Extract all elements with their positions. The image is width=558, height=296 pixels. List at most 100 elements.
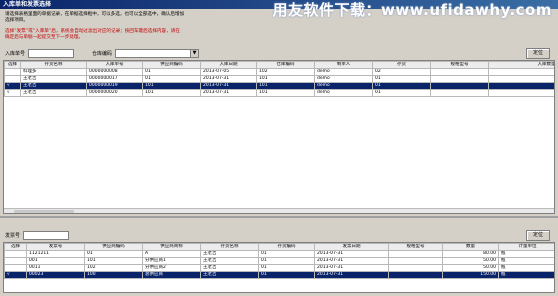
- warehouse-code-select[interactable]: ▼: [115, 48, 200, 58]
- row-select-cell[interactable]: [4, 250, 27, 258]
- table-cell: 分供应商2: [142, 264, 201, 272]
- table-cell: 2013-07-31: [200, 82, 257, 90]
- table-cell: 2013-07-31: [314, 250, 389, 258]
- table-row[interactable]: 王老吉0000000017012013-07-31101demo0150.00: [4, 75, 554, 83]
- table-cell: 50.00: [442, 257, 499, 265]
- column-header[interactable]: 规格型号: [430, 61, 489, 69]
- table-row[interactable]: 0011 102 分供应商2 王老吉 01 2013-07-31 50.00 瓶: [4, 264, 554, 272]
- row-select-cell[interactable]: [4, 75, 21, 83]
- table-cell: demo: [314, 82, 373, 90]
- table-cell: 101: [142, 82, 201, 90]
- invoice-number-input[interactable]: [23, 230, 70, 240]
- table-row[interactable]: √王老吉00000000191012013-07-31101demo0150.0…: [4, 82, 554, 90]
- table-cell: 01: [372, 89, 431, 97]
- table-cell: demo: [314, 89, 373, 97]
- column-header[interactable]: 入库数量: [488, 61, 554, 69]
- table-cell: 00023: [26, 271, 85, 279]
- row-select-cell[interactable]: √: [4, 89, 21, 97]
- table-row[interactable]: √王老吉00000000201012013-07-31101demo0150.0…: [4, 89, 554, 97]
- table-cell: 1121211: [26, 250, 85, 258]
- table-cell: 150.00: [442, 271, 499, 279]
- table-cell: A: [142, 250, 201, 258]
- column-header[interactable]: 仓库编码: [256, 61, 315, 69]
- column-header[interactable]: 发票日期: [314, 243, 389, 251]
- table-cell: 料理多: [20, 68, 87, 76]
- table-cell: 01: [142, 75, 201, 83]
- column-header[interactable]: 供应商编码: [84, 243, 143, 251]
- table-cell: 2013-07-31: [200, 75, 257, 83]
- table-cell: 01: [372, 82, 431, 90]
- table-cell: 101: [142, 89, 201, 97]
- receipt-filter: 入库单号: [5, 48, 75, 58]
- table-cell: 2013-07-05: [200, 68, 257, 76]
- column-header[interactable]: 发票号: [26, 243, 85, 251]
- receipt-grid: 选择 存货名称 入库单号 供应商编码 入库日期 仓库编码 制单人 存货 规格型号 入库数量 料理多…: [3, 60, 555, 214]
- invoice-table: 选择 发票号 供应商编码 供应商简称 存货名称 存货编码 发票日期 规格型号 数量 计量单位 11…: [4, 243, 554, 279]
- column-header[interactable]: 存货名称: [200, 243, 259, 251]
- column-header[interactable]: 供应商编码: [142, 61, 201, 69]
- column-header[interactable]: 入库单号: [86, 61, 143, 69]
- table-cell: 101: [84, 257, 143, 265]
- table-cell: 101: [256, 89, 315, 97]
- row-select-cell[interactable]: [4, 264, 27, 272]
- column-header[interactable]: 选择: [4, 61, 21, 69]
- receipt-number-input[interactable]: [28, 48, 75, 58]
- table-row[interactable]: 001 101 分供应商1 王老吉 01 2013-07-31 50.00 瓶: [4, 257, 554, 265]
- table-cell: 001: [26, 257, 85, 265]
- invoice-table-header: 选择 发票号 供应商编码 供应商简称 存货名称 存货编码 发票日期 规格型号 数量 计量单位: [4, 243, 554, 251]
- invoice-number-label: 发票号: [5, 232, 21, 239]
- receipt-number-label: 入库单号: [5, 50, 26, 57]
- table-cell: 50.00: [488, 75, 554, 83]
- table-cell: 0000000017: [86, 75, 143, 83]
- table-cell: [388, 250, 443, 258]
- window-title: 入库单和发票选择: [3, 1, 52, 8]
- table-cell: 0000000019: [86, 82, 143, 90]
- site-watermark: 用友软件下载：www.ufidawhy.com: [272, 1, 552, 19]
- column-header[interactable]: 制单人: [314, 61, 373, 69]
- table-cell: 01: [142, 68, 201, 76]
- column-header[interactable]: 存货编码: [258, 243, 315, 251]
- column-header[interactable]: 存货: [372, 61, 431, 69]
- column-header[interactable]: 计量单位: [498, 243, 554, 251]
- bottom-locate-button[interactable]: 定位: [526, 230, 550, 241]
- table-cell: 2013-07-31: [314, 264, 389, 272]
- column-header[interactable]: 数量: [442, 243, 499, 251]
- scrollbar-thumb[interactable]: [14, 210, 74, 213]
- chevron-down-icon[interactable]: ▼: [190, 49, 199, 57]
- table-cell: 总供应商: [142, 271, 201, 279]
- table-cell: 0000000020: [86, 89, 143, 97]
- table-cell: 50.00: [488, 82, 554, 90]
- table-cell: 王老吉: [200, 257, 259, 265]
- table-cell: 50.00: [442, 264, 499, 272]
- row-select-cell[interactable]: [4, 257, 27, 265]
- table-cell: 王老吉: [200, 271, 259, 279]
- row-select-cell[interactable]: √: [4, 271, 27, 279]
- table-cell: 2013-07-31: [314, 257, 389, 265]
- table-cell: 01: [258, 271, 315, 279]
- invoice-filter: 发票号: [5, 230, 70, 240]
- column-header[interactable]: 规格型号: [388, 243, 443, 251]
- table-cell: 瓶: [498, 271, 554, 279]
- table-cell: [388, 264, 443, 272]
- splitter[interactable]: [0, 216, 558, 218]
- instructions: 请选择表格里面的单据记录，在单据选择框中，可以多选，也可以全部选中，确认后增加 …: [5, 12, 255, 41]
- table-row[interactable]: √ 00023 100 总供应商 王老吉 01 2013-07-31 150.00 瓶: [4, 271, 554, 279]
- table-cell: [388, 271, 443, 279]
- table-cell: [430, 68, 489, 76]
- column-header[interactable]: 选择: [4, 243, 27, 251]
- row-select-cell[interactable]: [4, 68, 21, 76]
- table-row[interactable]: 料理多0000000008012013-07-05102demo02 1,000.…: [4, 68, 554, 76]
- receipt-grid-scrollbar[interactable]: [4, 208, 554, 213]
- table-cell: 01: [258, 250, 315, 258]
- column-header[interactable]: 供应商简称: [142, 243, 201, 251]
- column-header[interactable]: 入库日期: [200, 61, 257, 69]
- column-header[interactable]: 存货名称: [20, 61, 87, 69]
- table-cell: 01: [258, 257, 315, 265]
- row-select-cell[interactable]: √: [4, 82, 21, 90]
- top-locate-button[interactable]: 定位: [526, 48, 550, 59]
- table-row[interactable]: 1121211 01 A 王老吉 01 2013-07-31 80.00 瓶: [4, 250, 554, 258]
- instruction-line-2b: 确定后与单据一起提交至下一步处理。: [5, 35, 84, 40]
- warehouse-filter: 仓库编码 ▼: [92, 48, 200, 58]
- table-cell: 王老吉: [20, 89, 87, 97]
- table-cell: [430, 75, 489, 83]
